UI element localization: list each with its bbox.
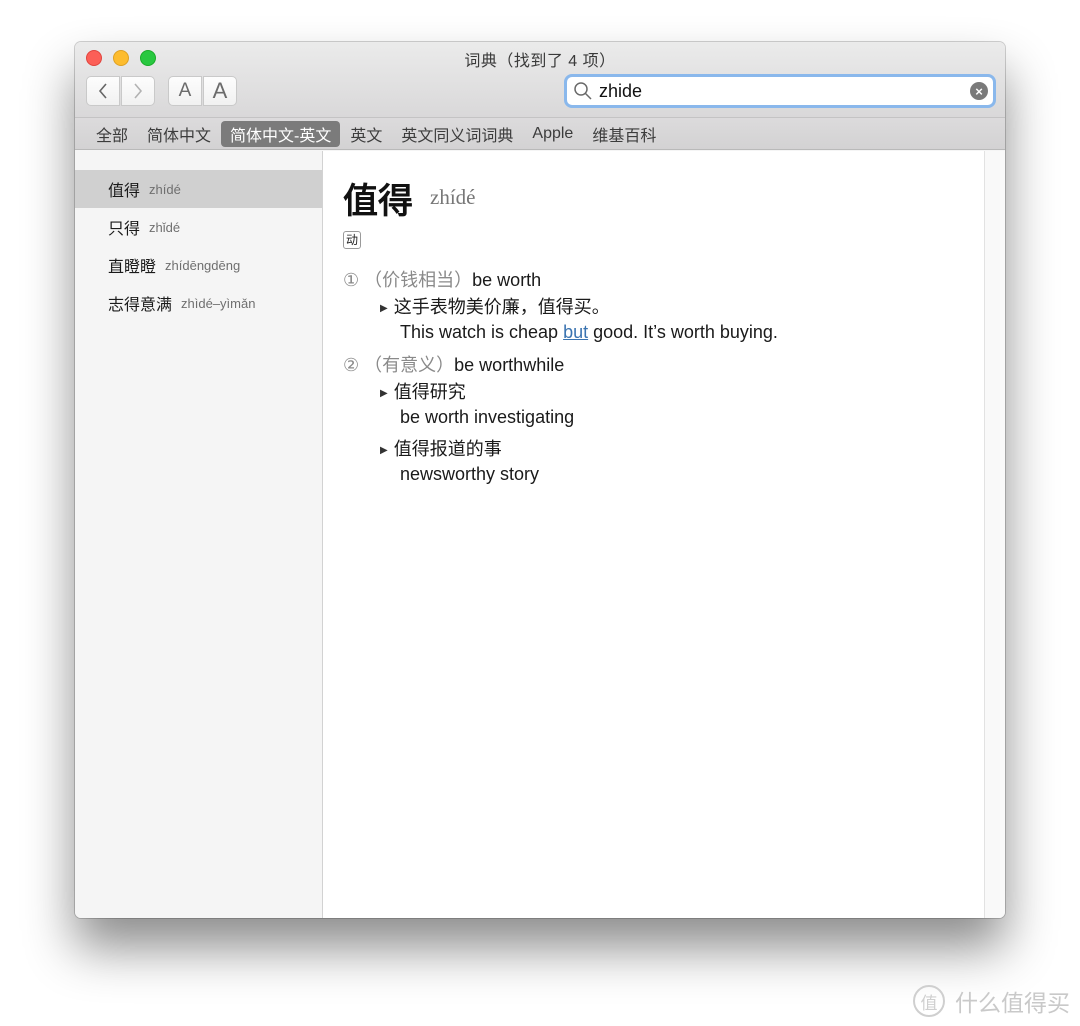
triangle-bullet-icon: ▶ (380, 445, 388, 456)
result-word: 值得 (108, 183, 141, 200)
sense-1: ① （价钱相当）be worth (343, 266, 541, 292)
watermark-text: 什么值得买 (955, 990, 1070, 1016)
result-pinyin: zhǐdé (149, 219, 181, 235)
scope-tab-all[interactable]: 全部 (87, 121, 137, 147)
result-item[interactable]: 志得意满 zhìdé–yìmǎn (75, 284, 322, 322)
scope-tab-apple[interactable]: Apple (523, 124, 582, 144)
increase-font-size-button[interactable]: A (203, 76, 237, 106)
search-input[interactable] (595, 80, 970, 102)
example: ▶ 值得报道的事 newsworthy story (380, 435, 539, 485)
sense-number: ① (343, 270, 360, 290)
scope-tab-english[interactable]: 英文 (341, 121, 391, 147)
result-item[interactable]: 只得 zhǐdé (75, 208, 322, 246)
sense-note: （有意义） (364, 355, 455, 375)
sense-number: ② (343, 355, 360, 375)
results-sidebar: 值得 zhídé 只得 zhǐdé 直瞪瞪 zhídēngdēng 志得意满 z… (75, 151, 323, 918)
result-pinyin: zhídēngdēng (165, 257, 241, 273)
search-icon (573, 81, 595, 101)
example-chinese: 值得报道的事 (393, 439, 502, 459)
forward-button[interactable] (121, 76, 155, 106)
result-item[interactable]: 值得 zhídé (75, 170, 322, 208)
example-chinese: 值得研究 (393, 382, 466, 402)
entry-pinyin: zhídé (430, 185, 476, 209)
example: ▶ 值得研究 be worth investigating (380, 378, 574, 428)
part-of-speech-tag: 动 (343, 231, 362, 249)
back-button[interactable] (86, 76, 120, 106)
sense-2: ② （有意义）be worthwhile (343, 351, 564, 377)
result-pinyin: zhídé (149, 181, 181, 197)
search-field[interactable]: × (564, 74, 996, 108)
word-link-but[interactable]: but (563, 322, 588, 342)
sense-gloss: be worthwhile (454, 355, 565, 375)
result-item[interactable]: 直瞪瞪 zhídēngdēng (75, 246, 322, 284)
example: ▶ 这手表物美价廉，值得买。 This watch is cheap but go… (380, 293, 778, 343)
translation-text: This watch is cheap (400, 322, 564, 342)
example-translation: be worth investigating (400, 407, 575, 427)
decrease-font-size-button[interactable]: A (168, 76, 202, 106)
translation-text: good. It’s worth buying. (588, 322, 778, 342)
watermark: 值 什么值得买 (913, 984, 1070, 1018)
scope-tab-chinese-english[interactable]: 简体中文-英文 (221, 120, 341, 147)
title-bar: 词典（找到了 4 项） A A × (75, 42, 1005, 118)
scrollbar-track[interactable] (984, 151, 1005, 918)
definition-pane: 值得 zhídé 动 ① （价钱相当）be worth ▶ 这手表物美价廉，值得买… (323, 151, 985, 918)
triangle-bullet-icon: ▶ (380, 303, 388, 314)
example-chinese: 这手表物美价廉，值得买。 (393, 297, 610, 317)
result-pinyin: zhìdé–yìmǎn (181, 295, 256, 311)
dictionary-window: 词典（找到了 4 项） A A × 全部 简体中文 简体中文-英文 英文 英文同… (75, 42, 1005, 918)
result-word: 志得意满 (108, 297, 173, 314)
sense-note: （价钱相当） (364, 270, 473, 290)
result-word: 直瞪瞪 (108, 259, 157, 276)
window-title: 词典（找到了 4 项） (464, 53, 616, 70)
example-translation: This watch is cheap but good. It’s worth… (400, 322, 778, 343)
scope-tab-wikipedia[interactable]: 维基百科 (583, 121, 665, 147)
result-word: 只得 (108, 221, 141, 238)
watermark-logo-icon: 值 (913, 985, 945, 1017)
chevron-right-icon (134, 83, 143, 99)
triangle-bullet-icon: ▶ (380, 388, 388, 399)
entry-headword: 值得 (343, 181, 414, 222)
example-translation: newsworthy story (400, 464, 540, 484)
scope-tab-simplified-chinese[interactable]: 简体中文 (138, 121, 220, 147)
clear-search-icon[interactable]: × (970, 82, 988, 100)
dictionary-scope-bar: 全部 简体中文 简体中文-英文 英文 英文同义词词典 Apple 维基百科 (75, 118, 1005, 150)
scope-tab-english-thesaurus[interactable]: 英文同义词词典 (392, 121, 522, 147)
sense-gloss: be worth (472, 270, 542, 290)
chevron-left-icon (98, 83, 107, 99)
